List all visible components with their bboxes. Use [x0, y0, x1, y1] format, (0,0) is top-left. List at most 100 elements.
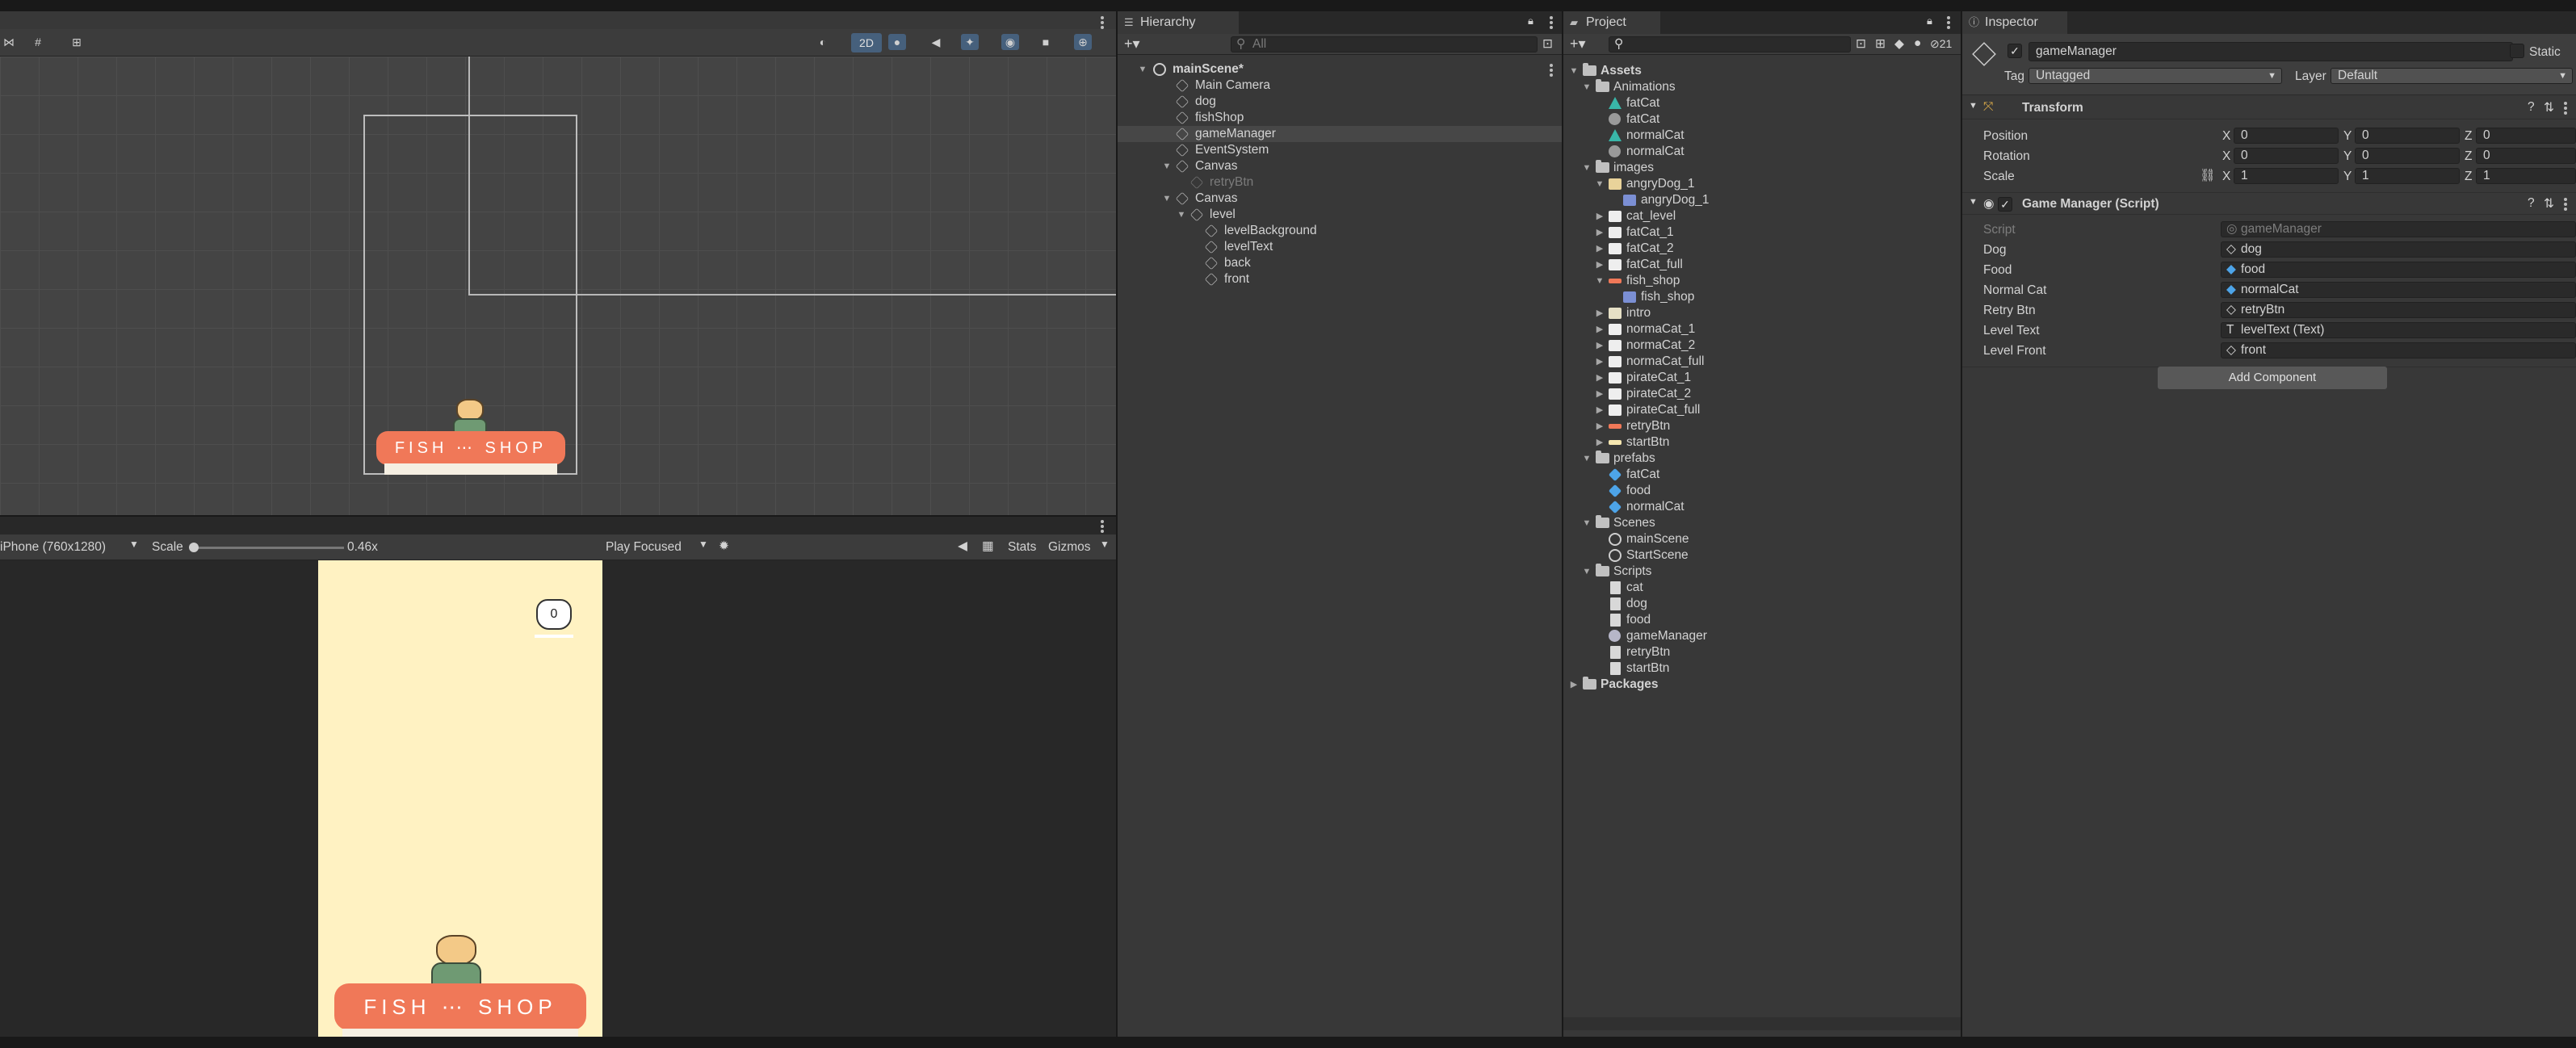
project-item[interactable]: fish_shop [1563, 289, 1961, 305]
project-item[interactable]: ▼ Scripts [1563, 564, 1961, 580]
hierarchy-item[interactable]: Main Camera [1118, 78, 1562, 94]
project-item[interactable]: ▶ pirateCat_1 [1563, 370, 1961, 386]
preset-icon[interactable]: ⇅ [2544, 100, 2554, 115]
retry-btn-reference-field[interactable]: ◇ retryBtn [2221, 302, 2576, 318]
project-item[interactable]: ▶ retryBtn [1563, 418, 1961, 434]
scene-menu-icon[interactable] [1100, 15, 1105, 30]
active-checkbox[interactable]: ✓ [2008, 44, 2022, 58]
project-item[interactable]: ▼ Scenes [1563, 515, 1961, 531]
tag-icon[interactable]: ◆ [1894, 36, 1904, 52]
project-menu-icon[interactable] [1946, 15, 1951, 30]
hierarchy-search-input[interactable]: ⚲ All [1231, 36, 1538, 52]
project-item[interactable]: normalCat [1563, 128, 1961, 144]
food-reference-field[interactable]: ◆ food [2221, 262, 2576, 278]
hierarchy-item-selected[interactable]: gameManager [1118, 126, 1562, 142]
project-item[interactable]: food [1563, 612, 1961, 628]
project-item[interactable]: ▼ fish_shop [1563, 273, 1961, 289]
scale-y[interactable]: 1 [2355, 168, 2460, 184]
project-item[interactable]: normalCat [1563, 144, 1961, 160]
search-filter-icon[interactable]: ⊡ [1542, 36, 1553, 52]
shading-mode-icon[interactable]: ◐ [814, 34, 832, 50]
position-z[interactable]: 0 [2476, 128, 2576, 144]
project-item[interactable]: gameManager [1563, 628, 1961, 644]
level-text-reference-field[interactable]: TlevelText (Text) [2221, 322, 2576, 338]
scale-z[interactable]: 1 [2476, 168, 2576, 184]
bug-icon[interactable]: ✹ [719, 539, 729, 554]
static-toggle[interactable] [2510, 44, 2524, 58]
hierarchy-item[interactable]: retryBtn [1118, 174, 1562, 191]
audio-icon[interactable]: ◀ [927, 34, 945, 50]
project-item[interactable]: ▶ fatCat_2 [1563, 241, 1961, 257]
project-item[interactable]: fatCat [1563, 467, 1961, 483]
project-item[interactable]: StartScene [1563, 547, 1961, 564]
script-enabled-checkbox[interactable]: ✓ [1998, 197, 2012, 212]
project-item[interactable]: ▶ startBtn [1563, 434, 1961, 451]
lighting-icon[interactable]: ● [888, 34, 906, 50]
object-name-input[interactable]: gameManager [2028, 42, 2513, 61]
project-scrollbar[interactable] [1563, 1017, 1961, 1030]
scale-slider[interactable] [189, 543, 344, 552]
scene-menu-icon[interactable] [1549, 63, 1554, 78]
project-item[interactable]: ▶ normaCat_1 [1563, 321, 1961, 337]
project-item[interactable]: ▶ normaCat_2 [1563, 337, 1961, 354]
project-item[interactable]: ▶ Packages [1563, 677, 1961, 693]
display-resolution-dropdown[interactable]: iPhone (760x1280) [0, 540, 106, 555]
create-plus-icon[interactable]: +▾ [1124, 36, 1140, 52]
project-item[interactable]: fatCat [1563, 95, 1961, 111]
position-y[interactable]: 0 [2355, 128, 2460, 144]
project-item[interactable]: ▼ prefabs [1563, 451, 1961, 467]
project-item[interactable]: startBtn [1563, 660, 1961, 677]
tab-project[interactable]: ▰ Project [1563, 11, 1660, 34]
dog-reference-field[interactable]: ◇ dog [2221, 241, 2576, 258]
project-item[interactable]: ▶ fatCat_full [1563, 257, 1961, 273]
project-item[interactable]: ▶ intro [1563, 305, 1961, 321]
tab-inspector[interactable]: ⓘ Inspector [1962, 11, 2067, 34]
mute-audio-icon[interactable]: ◀ [958, 539, 967, 554]
stats-button[interactable]: Stats [1008, 540, 1036, 555]
rotation-y[interactable]: 0 [2355, 148, 2460, 164]
project-item[interactable]: ▶ fatCat_1 [1563, 224, 1961, 241]
hierarchy-item[interactable]: levelText [1118, 239, 1562, 255]
project-item[interactable]: ▼ Animations [1563, 79, 1961, 95]
constrain-proportions-icon[interactable]: ⛓ [2200, 168, 2216, 183]
add-component-button[interactable]: Add Component [2158, 367, 2387, 389]
project-item[interactable]: ▶ cat_level [1563, 208, 1961, 224]
hierarchy-item[interactable]: ▼ Canvas [1118, 158, 1562, 174]
project-item[interactable]: ▼ angryDog_1 [1563, 176, 1961, 192]
project-item[interactable]: ▶ pirateCat_full [1563, 402, 1961, 418]
hierarchy-item[interactable]: front [1118, 271, 1562, 287]
preset-icon[interactable]: ⇅ [2544, 196, 2554, 212]
visibility-icon[interactable]: ◉ [1001, 34, 1019, 50]
layer-dropdown[interactable]: Default ▼ [2331, 68, 2573, 84]
scene-row[interactable]: ▼ mainScene* [1118, 61, 1562, 78]
tool-handle-icon[interactable]: ⋈ [0, 34, 18, 50]
tag-dropdown[interactable]: Untagged ▼ [2028, 68, 2282, 84]
scene-canvas[interactable]: FISH ⋯ SHOP [0, 57, 1116, 515]
project-item[interactable]: ▶ pirateCat_2 [1563, 386, 1961, 402]
game-screen[interactable]: 0 FISH ⋯ SHOP [318, 560, 602, 1037]
increment-snap-icon[interactable]: ⊞ [68, 34, 86, 50]
effects-icon[interactable]: ✦ [961, 34, 979, 50]
game-menu-icon[interactable] [1100, 519, 1105, 534]
rotation-z[interactable]: 0 [2476, 148, 2576, 164]
transform-header[interactable]: ▼ ⤧ Transform ? ⇅ [1962, 97, 2576, 119]
gizmos-icon[interactable]: ⊕ [1074, 34, 1092, 50]
project-item[interactable]: retryBtn [1563, 644, 1961, 660]
project-item[interactable]: ▼ Assets [1563, 63, 1961, 79]
hierarchy-item[interactable]: ▼ Canvas [1118, 191, 1562, 207]
keyboard-icon[interactable]: ▦ [982, 539, 994, 554]
hierarchy-item[interactable]: levelBackground [1118, 223, 1562, 239]
grid-snap-icon[interactable]: # [29, 34, 47, 50]
play-mode-dropdown[interactable]: Play Focused [606, 540, 682, 555]
normal-cat-reference-field[interactable]: ◆ normalCat [2221, 282, 2576, 298]
project-item[interactable]: cat [1563, 580, 1961, 596]
hierarchy-item[interactable]: back [1118, 255, 1562, 271]
project-item[interactable]: normalCat [1563, 499, 1961, 515]
rotation-x[interactable]: 0 [2234, 148, 2339, 164]
gizmos-button[interactable]: Gizmos [1048, 540, 1091, 555]
camera-icon[interactable]: ■ [1037, 34, 1055, 50]
level-front-reference-field[interactable]: ◇ front [2221, 342, 2576, 358]
info-icon[interactable]: ● [1914, 36, 1921, 51]
project-item[interactable]: angryDog_1 [1563, 192, 1961, 208]
hierarchy-item[interactable]: fishShop [1118, 110, 1562, 126]
